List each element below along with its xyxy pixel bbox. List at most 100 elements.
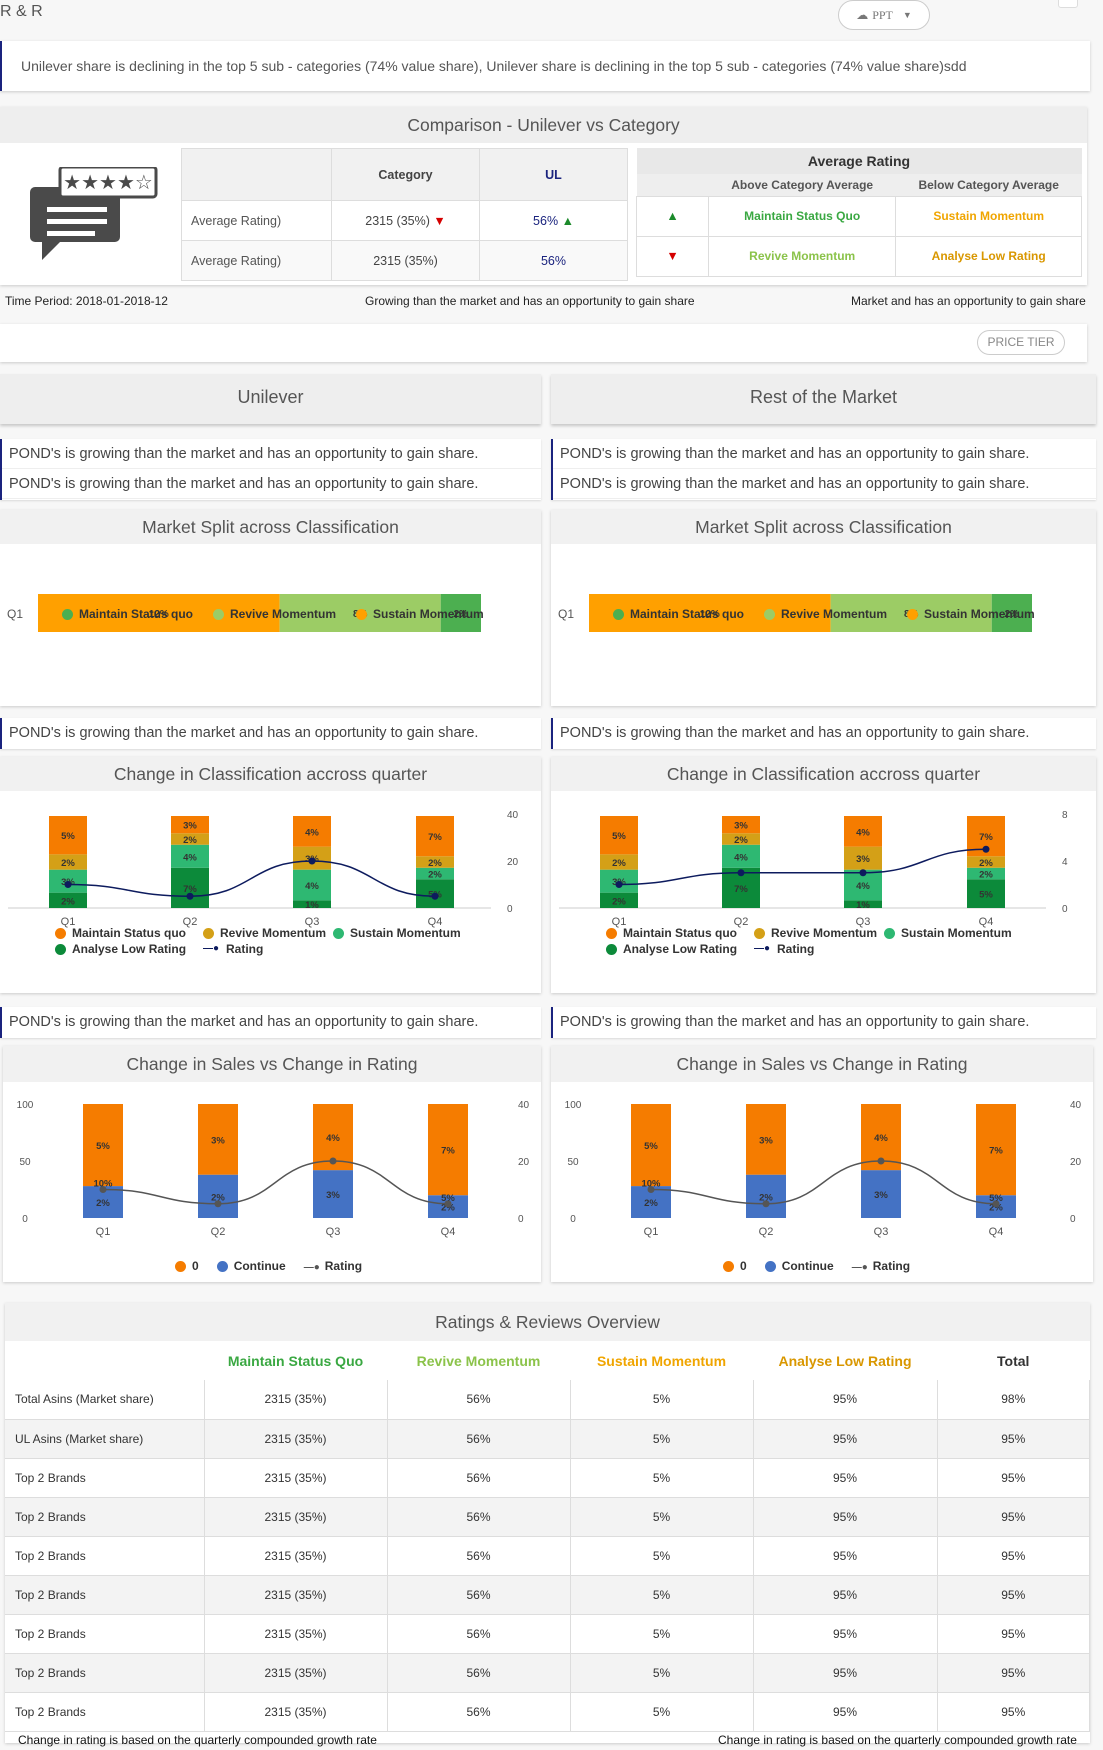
data-label: 7% — [428, 832, 442, 843]
cell-value: 95% — [753, 1536, 938, 1576]
rating-point — [431, 892, 439, 900]
data-label: 2% — [612, 858, 626, 869]
cell-value: 5% — [570, 1575, 754, 1615]
line-marker-icon: —● — [851, 1262, 868, 1273]
legend-item[interactable]: Continue — [216, 1259, 286, 1273]
data-label: 2% — [644, 1198, 658, 1209]
cell-value: 56% — [387, 1458, 571, 1498]
comparison-table: Category UL Average Rating) 2315 (35%) ▼… — [181, 148, 628, 281]
note-center: Growing than the market and has an oppor… — [365, 294, 695, 308]
cloud-download-icon: ☁ — [856, 7, 869, 22]
legend-item[interactable]: Sustain Momentum — [333, 926, 483, 940]
legend-item[interactable]: —● Rating — [304, 1259, 362, 1273]
note-right: Market and has an opportunity to gain sh… — [851, 294, 1086, 308]
legend-item[interactable]: Maintain Status quo — [613, 607, 744, 621]
data-label: 2% — [979, 858, 993, 869]
cell-value: 56% — [387, 1653, 571, 1693]
overview-card: Ratings & Reviews Overview Maintain Stat… — [5, 1303, 1090, 1743]
y-tick-label: 40 — [518, 1100, 530, 1111]
cell-value: 98% — [937, 1380, 1090, 1420]
legend-item[interactable]: —● Rating — [203, 942, 323, 956]
rating-line — [67, 860, 436, 898]
x-tick-label: Q4 — [441, 1226, 456, 1238]
cell-value: 5% — [570, 1614, 754, 1654]
legend-item[interactable]: Revive Momentum — [213, 607, 336, 621]
legend-item[interactable]: Maintain Status quo — [606, 926, 754, 940]
insight-box: POND's is growing than the market and ha… — [551, 439, 1096, 500]
table-row: Top 2 Brands 2315 (35%) 56% 5% 95% 95% — [5, 1458, 1090, 1498]
legend-item[interactable]: Sustain Momentum — [884, 926, 1034, 940]
data-label: 1% — [305, 900, 319, 911]
cell-value: 5% — [570, 1653, 754, 1693]
data-label: 3% — [183, 821, 197, 832]
legend-item[interactable]: Continue — [764, 1259, 834, 1273]
y-tick-label: 40 — [1070, 1100, 1082, 1111]
average-rating-table: Average Rating Above Category Average Be… — [636, 148, 1082, 277]
category-label: Q1 — [558, 607, 574, 621]
legend-item[interactable]: 0 — [723, 1259, 747, 1273]
legend-item[interactable]: Revive Momentum — [754, 926, 884, 940]
x-tick-label: Q4 — [989, 1226, 1004, 1238]
data-label: 5% — [989, 1193, 1003, 1204]
rating-point — [877, 1157, 885, 1165]
legend-item[interactable]: Analyse Low Rating — [606, 942, 754, 956]
cell-value: 95% — [937, 1692, 1090, 1732]
data-label: 3% — [856, 854, 870, 865]
y-tick-label: 20 — [507, 857, 519, 868]
price-tier-bar — [0, 324, 1087, 362]
cell-value: 56% — [387, 1497, 571, 1537]
cell-value: 2315 (35%) — [204, 1692, 388, 1732]
chevron-down-icon: ▼ — [902, 10, 912, 20]
cell-value: 2315 (35%) — [204, 1575, 388, 1615]
legend-item[interactable]: Revive Momentum — [764, 607, 887, 621]
rating-point — [762, 1200, 770, 1208]
row-label: Top 2 Brands — [5, 1653, 205, 1693]
cell-value: 56% — [387, 1614, 571, 1654]
banner: Unilever share is declining in the top 5… — [0, 41, 1090, 91]
cell-value: 95% — [937, 1536, 1090, 1576]
legend-item[interactable]: Maintain Status quo — [62, 607, 193, 621]
legend: 0 Continue —● Rating — [175, 1259, 362, 1273]
classification-change-chart: 2%3%2%5%Q17%4%2%3%Q21%4%3%4%Q35%2%2%7%Q4… — [559, 810, 1068, 928]
y-tick-label: 0 — [1070, 1214, 1076, 1225]
legend: Maintain Status quo Revive Momentum Sustai… — [55, 926, 495, 956]
legend-item[interactable]: Sustain Momentum — [356, 607, 484, 621]
row-label: Top 2 Brands — [5, 1575, 205, 1615]
insight-box: POND's is growing than the market and ha… — [551, 1007, 1096, 1038]
legend-item[interactable]: Revive Momentum — [203, 926, 333, 940]
legend-item[interactable]: 0 — [175, 1259, 199, 1273]
rating-point — [214, 1200, 222, 1208]
panel-title: Unilever — [0, 374, 541, 424]
chart-title: Change in Classification accross quarter — [551, 757, 1096, 791]
insight-box: POND's is growing than the market and ha… — [551, 718, 1096, 749]
y-tick-label: 100 — [565, 1100, 582, 1111]
y-tick-label: 50 — [567, 1157, 579, 1168]
data-label: 4% — [305, 827, 319, 838]
classification-change-card: Change in Classification accross quarter… — [0, 757, 541, 993]
legend-item[interactable]: Sustain Momentum — [907, 607, 1035, 621]
data-label: 2% — [96, 1198, 110, 1209]
ppt-button[interactable]: ☁ PPT ▼ — [838, 0, 930, 30]
sales-rating-chart: 050100020402%5%Q12%3%Q23%4%Q32%7%Q410%5% — [565, 1100, 1082, 1238]
insight-box: POND's is growing than the market and ha… — [0, 718, 541, 749]
y-tick-label: 0 — [507, 904, 513, 915]
cell-value: 95% — [753, 1614, 938, 1654]
legend-item[interactable]: —● Rating — [754, 942, 874, 956]
insight-text: POND's is growing than the market and ha… — [553, 469, 1096, 499]
comparison-card: Comparison - Unilever vs Category ★★★★☆ … — [0, 107, 1087, 285]
rating-line — [650, 1160, 997, 1205]
data-label: 5% — [644, 1141, 658, 1152]
legend-item[interactable]: —● Rating — [852, 1259, 910, 1273]
cell-value: 56% — [387, 1575, 571, 1615]
cell-value: 5% — [570, 1380, 754, 1420]
legend-item[interactable]: Analyse Low Rating — [55, 942, 203, 956]
cell-value: 2315 (35%) — [204, 1419, 388, 1459]
data-label: 2% — [734, 835, 748, 846]
data-label: 7% — [989, 1146, 1003, 1157]
cell-value: 2315 (35%) — [204, 1653, 388, 1693]
cell-value: 2315 (35%) — [204, 1614, 388, 1654]
insight-text: POND's is growing than the market and ha… — [9, 1014, 479, 1030]
price-tier-button[interactable]: PRICE TIER — [977, 330, 1065, 355]
time-period: Time Period: 2018-01-2018-12 — [5, 294, 168, 308]
legend-item[interactable]: Maintain Status quo — [55, 926, 203, 940]
